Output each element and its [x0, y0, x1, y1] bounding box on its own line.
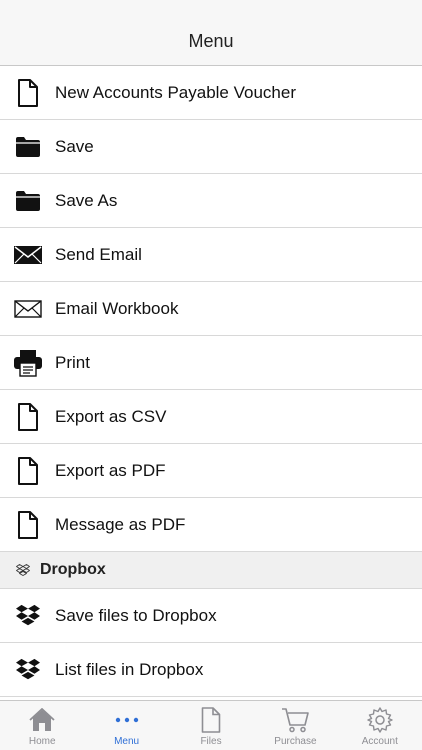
- document-icon: [13, 510, 43, 540]
- menu-item-label: Export as PDF: [55, 460, 166, 480]
- menu-item-label: Print: [55, 352, 90, 372]
- menu-item-export-as-csv[interactable]: Export as CSV: [0, 390, 422, 444]
- gear-icon: [367, 706, 393, 734]
- menu-item-email-workbook[interactable]: Email Workbook: [0, 282, 422, 336]
- menu-item-export-as-pdf[interactable]: Export as PDF: [0, 444, 422, 498]
- nav-header: Menu: [0, 0, 422, 66]
- menu-item-label: Message as PDF: [55, 514, 186, 534]
- menu-item-label: Send Email: [55, 244, 142, 264]
- envelope-outline-icon: [13, 294, 43, 324]
- menu-item-send-email[interactable]: Send Email: [0, 228, 422, 282]
- tab-bar: Home Menu Files Purchase Account: [0, 700, 422, 750]
- menu-list: New Accounts Payable Voucher Save Save A…: [0, 66, 422, 697]
- tab-label: Files: [200, 736, 222, 747]
- document-icon: [13, 402, 43, 432]
- folder-icon: [13, 132, 43, 162]
- tab-purchase[interactable]: Purchase: [253, 701, 337, 750]
- printer-icon: [13, 348, 43, 378]
- menu-item-save[interactable]: Save: [0, 120, 422, 174]
- menu-item-message-as-pdf[interactable]: Message as PDF: [0, 498, 422, 552]
- tab-menu[interactable]: Menu: [84, 701, 168, 750]
- dropbox-icon: [13, 655, 43, 685]
- menu-item-label: Export as CSV: [55, 406, 167, 426]
- app-screen: Menu New Accounts Payable Voucher Save S…: [0, 0, 422, 750]
- folder-icon: [13, 186, 43, 216]
- home-icon: [29, 706, 55, 734]
- menu-item-label: Save As: [55, 190, 118, 210]
- dropbox-icon: [16, 562, 32, 578]
- dropbox-section-header: Dropbox: [0, 552, 422, 589]
- menu-item-label: Save files to Dropbox: [55, 605, 217, 625]
- tab-label: Menu: [114, 736, 140, 747]
- menu-item-save-files-to-dropbox[interactable]: Save files to Dropbox: [0, 589, 422, 643]
- tab-label: Account: [361, 736, 398, 747]
- tab-label: Home: [28, 736, 56, 747]
- tab-files[interactable]: Files: [169, 701, 253, 750]
- menu-item-label: List files in Dropbox: [55, 659, 204, 679]
- menu-item-new-accounts-payable-voucher[interactable]: New Accounts Payable Voucher: [0, 66, 422, 120]
- menu-item-label: New Accounts Payable Voucher: [55, 82, 296, 102]
- document-icon: [13, 78, 43, 108]
- file-icon: [201, 706, 221, 734]
- menu-item-print[interactable]: Print: [0, 336, 422, 390]
- tab-label: Purchase: [274, 736, 317, 747]
- more-dots-icon: [114, 706, 140, 734]
- cart-icon: [281, 706, 310, 734]
- menu-item-save-as[interactable]: Save As: [0, 174, 422, 228]
- envelope-filled-icon: [13, 240, 43, 270]
- page-title: Menu: [188, 31, 234, 51]
- menu-item-label: Email Workbook: [55, 298, 179, 318]
- menu-item-label: Save: [55, 136, 94, 156]
- document-icon: [13, 456, 43, 486]
- tab-home[interactable]: Home: [0, 701, 84, 750]
- section-title: Dropbox: [40, 561, 106, 578]
- tab-account[interactable]: Account: [338, 701, 422, 750]
- menu-item-list-files-in-dropbox[interactable]: List files in Dropbox: [0, 643, 422, 697]
- dropbox-icon: [13, 601, 43, 631]
